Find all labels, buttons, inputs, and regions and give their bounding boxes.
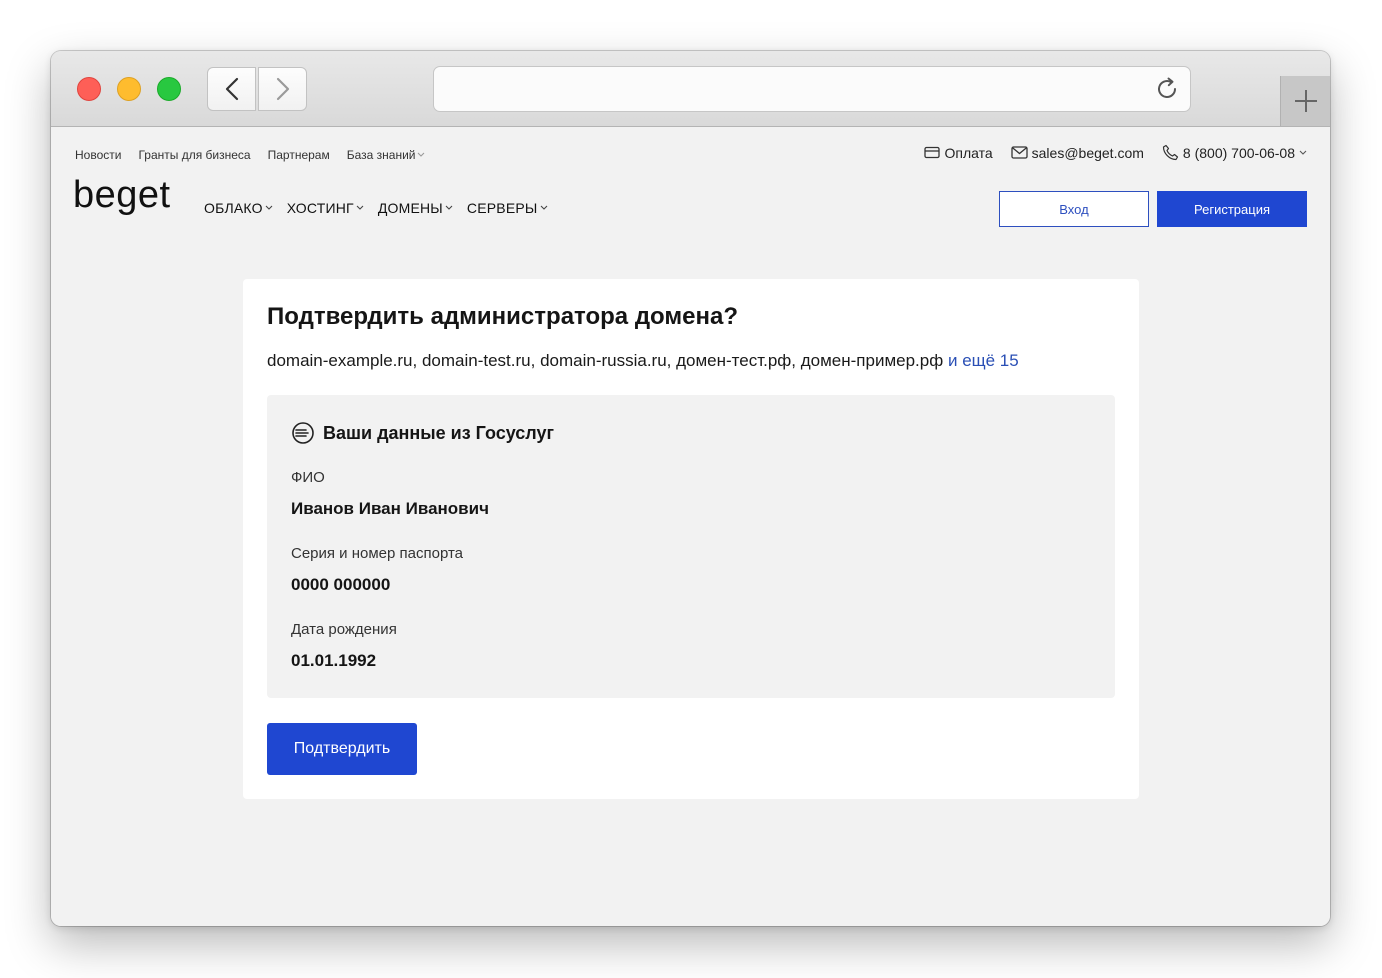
chevron-down-icon [540,205,547,210]
forward-button[interactable] [258,67,307,111]
chevron-down-icon [418,152,425,157]
address-bar[interactable] [433,66,1191,112]
confirm-button[interactable]: Подтвердить [267,723,417,775]
main-nav: ОБЛАКО ХОСТИНГ ДОМЕНЫ СЕРВЕРЫ [204,200,548,216]
beget-logo[interactable]: beget [73,177,178,229]
gosuslugi-data-panel: Ваши данные из Госуслуг ФИО Иванов Иван … [267,395,1115,698]
nav-item-label: ХОСТИНГ [286,200,354,216]
mail-icon [1010,146,1028,159]
nav-item-label: ОБЛАКО [204,200,263,216]
nav-item-servers[interactable]: СЕРВЕРЫ [467,200,548,216]
chevron-down-icon [445,205,453,210]
panel-title: Ваши данные из Госуслуг [323,422,555,443]
card-icon [924,146,941,159]
payment-label: Оплата [944,144,993,161]
phone-link[interactable]: 8 (800) 700-06-08 [1162,144,1307,161]
nav-item-label: СЕРВЕРЫ [466,200,538,216]
card-title: Подтвердить администратора домена? [267,303,738,330]
gosuslugi-icon [292,422,314,444]
phone-icon [1162,144,1179,161]
payment-link[interactable]: Оплата [924,144,993,161]
maximize-window-button[interactable] [157,77,181,101]
chevron-left-icon [225,77,238,101]
reload-icon[interactable] [1154,76,1180,102]
back-button[interactable] [207,67,256,111]
email-link[interactable]: sales@beget.com [1010,144,1144,161]
fio-value: Иванов Иван Иванович [291,499,489,518]
new-tab-button[interactable] [1280,76,1330,126]
browser-titlebar [51,51,1330,127]
top-links: Новости Гранты для бизнеса Партнерам Баз… [75,147,425,163]
email-label: sales@beget.com [1031,144,1144,161]
chevron-down-icon [356,205,364,210]
browser-window: Новости Гранты для бизнеса Партнерам Баз… [51,51,1330,926]
topbar-link-knowledge-base[interactable]: База знаний [347,147,426,163]
minimize-window-button[interactable] [117,77,141,101]
topbar-link-partners[interactable]: Партнерам [268,147,330,163]
confirm-admin-card: Подтвердить администратора домена? domai… [243,279,1139,799]
fio-label: ФИО [291,469,325,486]
plus-icon [1294,90,1317,112]
chevron-down-icon [1299,150,1307,155]
topbar-link-grants[interactable]: Гранты для бизнеса [138,147,250,163]
nav-item-cloud[interactable]: ОБЛАКО [204,200,273,216]
page-content: Новости Гранты для бизнеса Партнерам Баз… [51,127,1330,926]
chevron-right-icon [276,77,289,101]
phone-label: 8 (800) 700-06-08 [1182,144,1295,161]
birthdate-value: 01.01.1992 [291,651,377,670]
domain-list-text: domain-example.ru, domain-test.ru, domai… [267,351,944,370]
topbar-link-news[interactable]: Новости [75,147,121,163]
topbar-link-label: База знаний [346,148,416,162]
more-domains-link[interactable]: и ещё 15 [948,351,1019,370]
birthdate-label: Дата рождения [291,621,397,638]
contacts: Оплата sales@beget.com 8 (800) 700-06-08 [924,144,1307,161]
register-button[interactable]: Регистрация [1157,191,1307,227]
passport-label: Серия и номер паспорта [291,545,464,562]
chevron-down-icon [265,205,273,210]
passport-value: 0000 000000 [291,575,391,594]
nav-item-hosting[interactable]: ХОСТИНГ [287,200,364,216]
logo-text: beget [73,177,171,216]
panel-header: Ваши данные из Госуслуг [291,421,554,445]
login-button[interactable]: Вход [999,191,1149,227]
domain-list: domain-example.ru, domain-test.ru, domai… [267,351,1019,371]
nav-item-label: ДОМЕНЫ [377,200,443,216]
close-window-button[interactable] [77,77,101,101]
nav-item-domains[interactable]: ДОМЕНЫ [378,200,453,216]
